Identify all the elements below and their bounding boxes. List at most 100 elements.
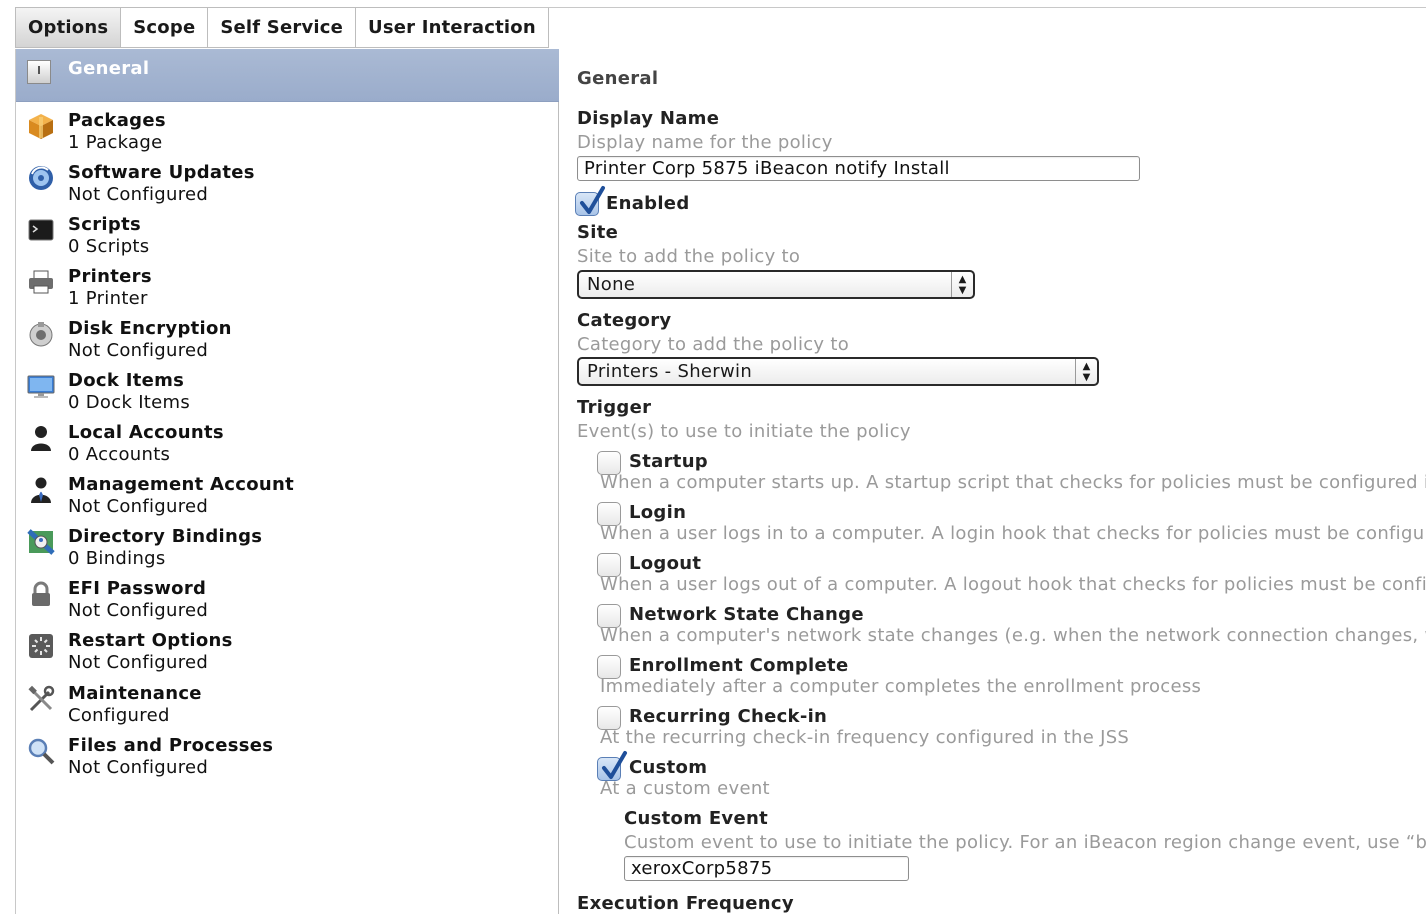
sidebar-item-packages[interactable]: Packages 1 Package bbox=[16, 107, 559, 157]
trigger-option-label: Enrollment Complete bbox=[629, 655, 849, 676]
select-arrows-icon: ▲ ▼ bbox=[1075, 359, 1097, 384]
sidebar-item-maintenance[interactable]: Maintenance Configured bbox=[16, 680, 559, 730]
trigger-option-description: When a computer starts up. A startup scr… bbox=[600, 472, 1426, 493]
enabled-label: Enabled bbox=[606, 193, 690, 214]
sidebar-item-dock-items[interactable]: Dock Items 0 Dock Items bbox=[16, 367, 559, 417]
sidebar-item-software-updates[interactable]: Software Updates Not Configured bbox=[16, 159, 559, 209]
trigger-option-label: Recurring Check-in bbox=[629, 706, 828, 727]
execution-frequency-label: Execution Frequency bbox=[577, 893, 794, 914]
tab-options[interactable]: Options bbox=[15, 7, 121, 48]
sidebar-item-status: Not Configured bbox=[68, 496, 209, 517]
sidebar-item-title: Files and Processes bbox=[68, 735, 274, 756]
trigger-option-label: Logout bbox=[629, 553, 702, 574]
sidebar-item-title: Local Accounts bbox=[68, 422, 224, 443]
sidebar-item-status: 1 Package bbox=[68, 132, 163, 153]
sidebar-item-status: Not Configured bbox=[68, 340, 209, 361]
section-title: General bbox=[577, 68, 659, 89]
site-description: Site to add the policy to bbox=[577, 246, 801, 267]
tab-bar: Options Scope Self Service User Interact… bbox=[15, 7, 549, 48]
category-description: Category to add the policy to bbox=[577, 334, 850, 355]
trigger-option-label: Custom bbox=[629, 757, 708, 778]
tab-bar-divider bbox=[500, 7, 1426, 8]
sidebar-item-title: Software Updates bbox=[68, 162, 255, 183]
display-name-description: Display name for the policy bbox=[577, 132, 833, 153]
sidebar-item-status: Not Configured bbox=[68, 184, 209, 205]
tab-user-interaction[interactable]: User Interaction bbox=[355, 7, 549, 48]
sidebar-item-label: General bbox=[68, 58, 150, 79]
lock-icon bbox=[26, 579, 56, 609]
sidebar-item-status: 0 Dock Items bbox=[68, 392, 191, 413]
sidebar-item-status: 0 Bindings bbox=[68, 548, 166, 569]
printer-icon bbox=[26, 267, 56, 297]
custom-event-label: Custom Event bbox=[624, 808, 768, 829]
site-label: Site bbox=[577, 222, 619, 243]
trigger-description: Event(s) to use to initiate the policy bbox=[577, 421, 911, 442]
trigger-option-description: Immediately after a computer completes t… bbox=[600, 676, 1202, 697]
trigger-option-description: When a computer's network state changes … bbox=[600, 625, 1426, 646]
trigger-option-label: Login bbox=[629, 502, 687, 523]
category-label: Category bbox=[577, 310, 672, 331]
sidebar-item-status: 1 Printer bbox=[68, 288, 148, 309]
sidebar-item-title: Restart Options bbox=[68, 630, 233, 651]
sidebar-item-status: Not Configured bbox=[68, 600, 209, 621]
tab-scope[interactable]: Scope bbox=[120, 7, 208, 48]
trigger-option-label: Network State Change bbox=[629, 604, 864, 625]
custom-event-description: Custom event to use to initiate the poli… bbox=[624, 832, 1426, 853]
sidebar-item-status: 0 Accounts bbox=[68, 444, 171, 465]
sidebar-item-status: 0 Scripts bbox=[68, 236, 150, 257]
sidebar-item-scripts[interactable]: Scripts 0 Scripts bbox=[16, 211, 559, 261]
trigger-option-description: At a custom event bbox=[600, 778, 770, 799]
site-select[interactable]: None ▲ ▼ bbox=[577, 270, 975, 299]
trigger-option-description: When a user logs in to a computer. A log… bbox=[600, 523, 1426, 544]
disk-encryption-icon bbox=[26, 319, 56, 349]
tools-icon bbox=[26, 684, 56, 714]
restart-icon bbox=[26, 631, 56, 661]
custom-event-input[interactable] bbox=[624, 856, 909, 881]
display-name-label: Display Name bbox=[577, 108, 720, 129]
category-select[interactable]: Printers - Sherwin ▲ ▼ bbox=[577, 357, 1099, 386]
enabled-checkbox[interactable] bbox=[575, 186, 605, 216]
category-select-value: Printers - Sherwin bbox=[587, 361, 753, 382]
sidebar-item-status: Not Configured bbox=[68, 757, 209, 778]
sidebar-item-directory-bindings[interactable]: Directory Bindings 0 Bindings bbox=[16, 523, 559, 573]
sidebar-item-title: Directory Bindings bbox=[68, 526, 263, 547]
user-silhouette-icon bbox=[26, 423, 56, 453]
trigger-option-description: At the recurring check-in frequency conf… bbox=[600, 727, 1130, 748]
sidebar-item-title: Dock Items bbox=[68, 370, 185, 391]
directory-icon bbox=[26, 527, 56, 557]
sidebar-item-disk-encryption[interactable]: Disk Encryption Not Configured bbox=[16, 315, 559, 365]
sidebar-item-files-and-processes[interactable]: Files and Processes Not Configured bbox=[16, 732, 559, 782]
trigger-option-label: Startup bbox=[629, 451, 708, 472]
sidebar-item-title: Disk Encryption bbox=[68, 318, 232, 339]
sidebar-item-title: Printers bbox=[68, 266, 152, 287]
checkmark-icon bbox=[580, 186, 605, 214]
select-arrows-icon: ▲ ▼ bbox=[951, 272, 973, 297]
sidebar-item-restart-options[interactable]: Restart Options Not Configured bbox=[16, 627, 559, 677]
manager-icon bbox=[26, 475, 56, 505]
sidebar-item-efi-password[interactable]: EFI Password Not Configured bbox=[16, 575, 559, 625]
sidebar-item-general[interactable]: General bbox=[16, 49, 559, 102]
sidebar-item-title: EFI Password bbox=[68, 578, 207, 599]
sidebar-item-printers[interactable]: Printers 1 Printer bbox=[16, 263, 559, 313]
trigger-label: Trigger bbox=[577, 397, 652, 418]
monitor-icon bbox=[26, 371, 56, 401]
sidebar-item-local-accounts[interactable]: Local Accounts 0 Accounts bbox=[16, 419, 559, 469]
sidebar-item-management-account[interactable]: Management Account Not Configured bbox=[16, 471, 559, 521]
switch-icon bbox=[27, 60, 51, 84]
display-name-input[interactable] bbox=[577, 156, 1140, 181]
magnifier-icon bbox=[26, 736, 56, 766]
general-settings-panel: General Display Name Display name for th… bbox=[560, 49, 1426, 914]
tab-self-service[interactable]: Self Service bbox=[207, 7, 356, 48]
sidebar-item-title: Scripts bbox=[68, 214, 141, 235]
sidebar-item-title: Packages bbox=[68, 110, 166, 131]
software-update-icon bbox=[26, 163, 56, 193]
sidebar-item-title: Management Account bbox=[68, 474, 295, 495]
site-select-value: None bbox=[587, 274, 636, 295]
sidebar: General Packages 1 Package Software Upda… bbox=[15, 49, 559, 914]
sidebar-item-status: Configured bbox=[68, 705, 170, 726]
terminal-icon bbox=[26, 215, 56, 245]
sidebar-item-title: Maintenance bbox=[68, 683, 202, 704]
package-icon bbox=[26, 111, 56, 141]
trigger-option-description: When a user logs out of a computer. A lo… bbox=[600, 574, 1426, 595]
sidebar-item-status: Not Configured bbox=[68, 652, 209, 673]
